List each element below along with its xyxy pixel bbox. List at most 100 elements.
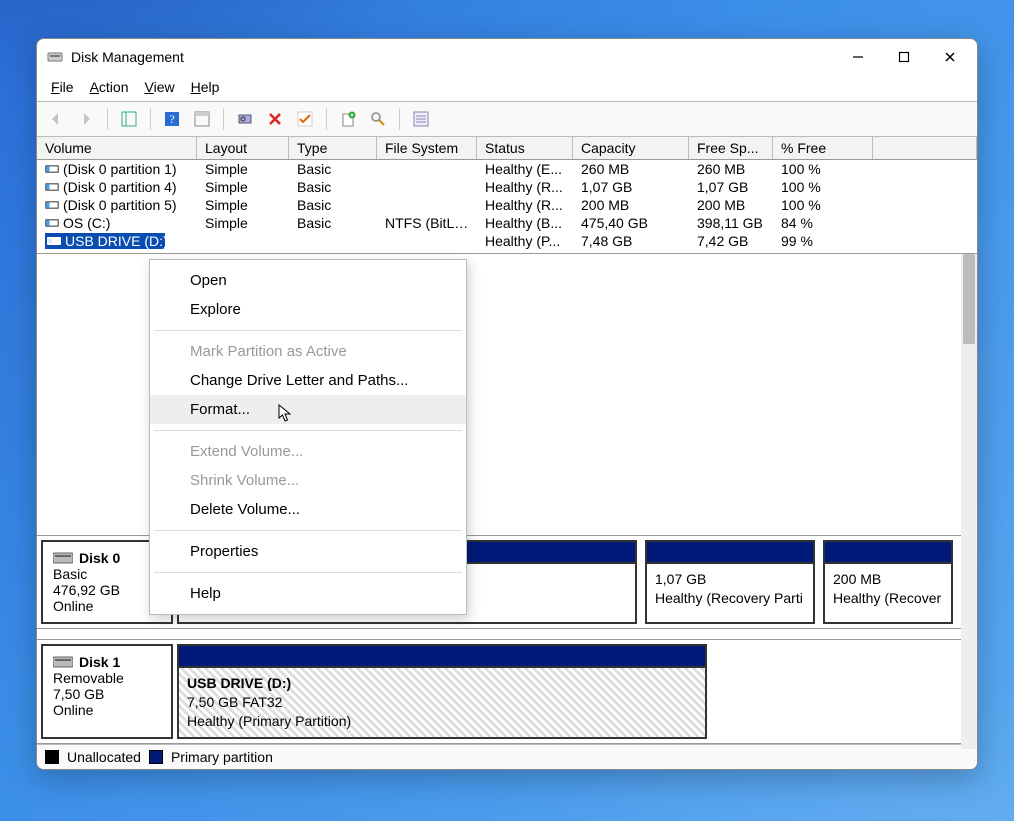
table-row[interactable]: (Disk 0 partition 5)SimpleBasicHealthy (… <box>37 196 977 214</box>
grid-header[interactable]: VolumeLayoutTypeFile SystemStatusCapacit… <box>37 137 977 160</box>
cell-type: Basic <box>289 160 377 178</box>
cell-layout: Simple <box>197 214 289 232</box>
cell-capacity: 200 MB <box>573 196 689 214</box>
cell-pct: 100 % <box>773 178 873 196</box>
menu-action[interactable]: Action <box>84 77 135 97</box>
partition[interactable]: 1,07 GBHealthy (Recovery Parti <box>645 540 815 624</box>
disk-management-window[interactable]: Disk Management FileActionViewHelp ? Vol… <box>36 38 978 770</box>
back-arrow-icon[interactable] <box>43 106 69 132</box>
menu-item-open[interactable]: Open <box>150 266 466 295</box>
cell-pct: 84 % <box>773 214 873 232</box>
cell-layout: Simple <box>197 196 289 214</box>
cell-pct: 100 % <box>773 160 873 178</box>
legend-unallocated-swatch <box>45 750 59 764</box>
cell-capacity: 475,40 GB <box>573 214 689 232</box>
cell-capacity: 7,48 GB <box>573 232 689 253</box>
menu-item-help[interactable]: Help <box>150 579 466 608</box>
new-icon[interactable] <box>335 106 361 132</box>
column-status[interactable]: Status <box>477 137 573 159</box>
menu-view[interactable]: View <box>139 77 181 97</box>
svg-text:?: ? <box>169 112 174 126</box>
window-title: Disk Management <box>71 49 835 65</box>
minimize-button[interactable] <box>835 41 881 73</box>
column-volume[interactable]: Volume <box>37 137 197 159</box>
cell-free: 200 MB <box>689 196 773 214</box>
help-icon[interactable]: ? <box>159 106 185 132</box>
cell-status: Healthy (B... <box>477 214 573 232</box>
legend-unallocated-label: Unallocated <box>67 749 141 765</box>
legend-primary-swatch <box>149 750 163 764</box>
cell-type: Basic <box>289 214 377 232</box>
app-icon <box>47 49 63 65</box>
forward-arrow-icon[interactable] <box>73 106 99 132</box>
disk-row[interactable]: Disk 1Removable7,50 GBOnlineUSB DRIVE (D… <box>37 639 977 744</box>
table-row[interactable]: (Disk 0 partition 4)SimpleBasic Healthy (… <box>37 178 977 196</box>
menu-help[interactable]: Help <box>185 77 226 97</box>
cell-pct: 99 % <box>773 232 873 253</box>
refresh-icon[interactable] <box>232 106 258 132</box>
cell-volume: (Disk 0 partition 4) <box>37 178 197 196</box>
cell-fs <box>377 196 477 214</box>
menu-file[interactable]: File <box>45 77 80 97</box>
column-type[interactable]: Type <box>289 137 377 159</box>
partition[interactable]: 200 MBHealthy (Recover <box>823 540 953 624</box>
find-icon[interactable] <box>365 106 391 132</box>
properties-icon[interactable] <box>189 106 215 132</box>
grid-body[interactable]: (Disk 0 partition 1)SimpleBasicHealthy (… <box>37 160 977 253</box>
menu-item-change-drive-letter-and-paths[interactable]: Change Drive Letter and Paths... <box>150 366 466 395</box>
column-free[interactable]: Free Sp... <box>689 137 773 159</box>
cell-capacity: 1,07 GB <box>573 178 689 196</box>
column-fs[interactable]: File System <box>377 137 477 159</box>
cell-type: Basic <box>289 178 377 196</box>
cell-free: 7,42 GB <box>689 232 773 253</box>
cell-fs: NTFS (BitLo... <box>377 214 477 232</box>
menubar[interactable]: FileActionViewHelp <box>37 75 977 102</box>
cell-free: 1,07 GB <box>689 178 773 196</box>
cell-layout: Simple <box>197 178 289 196</box>
cell-fs <box>377 160 477 178</box>
cell-type <box>289 232 377 253</box>
disk-header[interactable]: Disk 1Removable7,50 GBOnline <box>41 644 173 739</box>
titlebar[interactable]: Disk Management <box>37 39 977 75</box>
cell-free: 398,11 GB <box>689 214 773 232</box>
context-menu[interactable]: OpenExplore Mark Partition as ActiveChang… <box>149 259 467 615</box>
column-pct[interactable]: % Free <box>773 137 873 159</box>
cell-fs <box>377 232 477 253</box>
menu-item-properties[interactable]: Properties <box>150 537 466 566</box>
scrollbar-thumb[interactable] <box>963 254 975 344</box>
menu-item-mark-partition-as-active: Mark Partition as Active <box>150 337 466 366</box>
cell-fs <box>377 178 477 196</box>
menu-item-explore[interactable]: Explore <box>150 295 466 324</box>
cell-volume: (Disk 0 partition 5) <box>37 196 197 214</box>
column-layout[interactable]: Layout <box>197 137 289 159</box>
menu-item-delete-volume[interactable]: Delete Volume... <box>150 495 466 524</box>
volume-grid[interactable]: VolumeLayoutTypeFile SystemStatusCapacit… <box>37 137 977 254</box>
cell-pct: 100 % <box>773 196 873 214</box>
partition[interactable]: USB DRIVE (D:)7,50 GB FAT32Healthy (Prim… <box>177 644 707 739</box>
cell-volume: USB DRIVE (D:) <box>37 232 197 253</box>
menu-item-format[interactable]: Format... <box>150 395 466 424</box>
cell-capacity: 260 MB <box>573 160 689 178</box>
cell-type: Basic <box>289 196 377 214</box>
table-row[interactable]: (Disk 0 partition 1)SimpleBasicHealthy (… <box>37 160 977 178</box>
maximize-button[interactable] <box>881 41 927 73</box>
cell-status: Healthy (E... <box>477 160 573 178</box>
column-capacity[interactable]: Capacity <box>573 137 689 159</box>
cell-status: Healthy (P... <box>477 232 573 253</box>
cell-free: 260 MB <box>689 160 773 178</box>
checkmark-icon[interactable] <box>292 106 318 132</box>
cell-volume: OS (C:) <box>37 214 197 232</box>
show-tree-icon[interactable] <box>116 106 142 132</box>
legend-primary-label: Primary partition <box>171 749 273 765</box>
cell-layout <box>197 232 289 253</box>
list-icon[interactable] <box>408 106 434 132</box>
cell-layout: Simple <box>197 160 289 178</box>
toolbar[interactable]: ? <box>37 102 977 137</box>
cell-status: Healthy (R... <box>477 178 573 196</box>
scrollbar[interactable] <box>961 254 977 749</box>
close-button[interactable] <box>927 41 973 73</box>
table-row[interactable]: OS (C:)SimpleBasicNTFS (BitLo...Healthy … <box>37 214 977 232</box>
table-row[interactable]: USB DRIVE (D:) Healthy (P...7,48 GB7,42 G… <box>37 232 977 253</box>
delete-icon[interactable] <box>262 106 288 132</box>
menu-item-extend-volume: Extend Volume... <box>150 437 466 466</box>
